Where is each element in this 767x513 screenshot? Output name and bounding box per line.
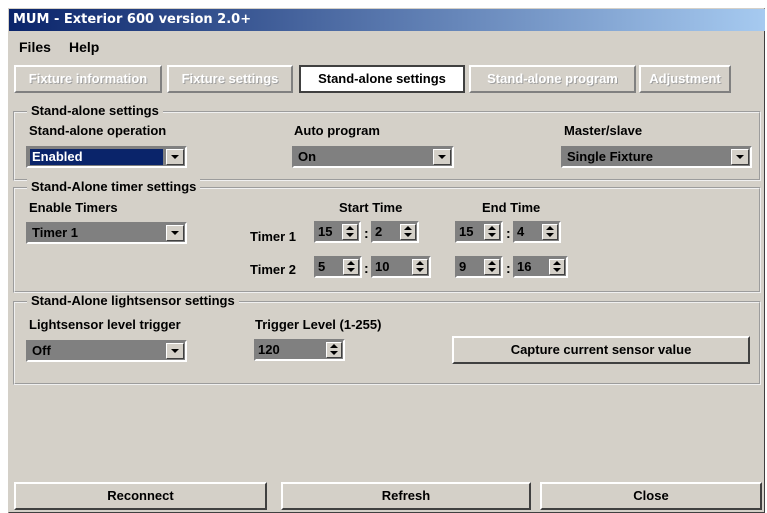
chevron-down-icon[interactable] [166, 343, 184, 359]
start-time-label: Start Time [339, 200, 403, 215]
spin-arrows-icon[interactable] [342, 224, 358, 240]
timer1-start-minute-value: 2 [375, 224, 383, 239]
master-slave-select[interactable]: Single Fixture [561, 146, 752, 168]
spin-arrows-icon[interactable] [326, 342, 342, 358]
spin-arrows-icon[interactable] [343, 259, 359, 275]
trigger-level-value: 120 [258, 342, 280, 357]
lightsensor-trigger-select[interactable]: Off [26, 340, 187, 362]
master-slave-label: Master/slave [564, 123, 643, 138]
lightsensor-settings-title: Stand-Alone lightsensor settings [27, 293, 239, 309]
chevron-down-icon[interactable] [166, 149, 184, 165]
chevron-down-icon[interactable] [166, 225, 184, 241]
lightsensor-trigger-label: Lightsensor level trigger [29, 317, 181, 332]
reconnect-button[interactable]: Reconnect [14, 482, 267, 510]
master-slave-value: Single Fixture [567, 149, 653, 164]
chevron-down-icon[interactable] [433, 149, 451, 165]
timer2-end-minute-value: 16 [517, 259, 532, 274]
auto-program-value: On [298, 149, 317, 164]
enable-timers-select[interactable]: Timer 1 [26, 222, 187, 244]
timer1-end-minute[interactable]: 4 [513, 221, 561, 243]
menu-help[interactable]: Help [69, 39, 99, 55]
refresh-button[interactable]: Refresh [281, 482, 531, 510]
tab-stand-alone-program[interactable]: Stand-alone program [469, 65, 636, 93]
menu-bar: Files Help [9, 39, 765, 59]
timer1-end-colon: : [506, 225, 511, 241]
capture-sensor-button[interactable]: Capture current sensor value [452, 336, 750, 364]
menu-files[interactable]: Files [19, 39, 51, 55]
trigger-level-input[interactable]: 120 [254, 339, 345, 361]
timer2-end-hour[interactable]: 9 [455, 256, 503, 278]
tab-adjustment[interactable]: Adjustment [639, 65, 731, 93]
auto-program-label: Auto program [294, 123, 380, 138]
timer2-start-minute[interactable]: 10 [371, 256, 431, 278]
spin-arrows-icon[interactable] [549, 259, 565, 275]
timer2-end-minute[interactable]: 16 [513, 256, 568, 278]
spin-arrows-icon[interactable] [484, 259, 500, 275]
timer1-start-colon: : [364, 225, 369, 241]
spin-arrows-icon[interactable] [412, 259, 428, 275]
timer2-label: Timer 2 [250, 262, 297, 277]
close-button[interactable]: Close [540, 482, 762, 510]
timer1-end-hour-value: 15 [459, 224, 474, 239]
timer1-start-hour-value: 15 [318, 224, 333, 239]
timer2-start-minute-value: 10 [375, 259, 390, 274]
timer1-start-minute[interactable]: 2 [371, 221, 419, 243]
enable-timers-value: Timer 1 [32, 225, 79, 240]
app-window: MUM - Exterior 600 version 2.0+ Files He… [8, 8, 765, 513]
lightsensor-trigger-value: Off [32, 343, 51, 358]
timer2-end-hour-value: 9 [459, 259, 467, 274]
tab-fixture-information[interactable]: Fixture information [14, 65, 162, 93]
spin-arrows-icon[interactable] [400, 224, 416, 240]
standalone-settings-title: Stand-alone settings [27, 103, 163, 119]
timer1-end-minute-value: 4 [517, 224, 525, 239]
tab-stand-alone-settings[interactable]: Stand-alone settings [299, 65, 465, 93]
trigger-level-label: Trigger Level (1-255) [255, 317, 382, 332]
tab-fixture-settings[interactable]: Fixture settings [167, 65, 293, 93]
enable-timers-label: Enable Timers [29, 200, 118, 215]
timer-settings-title: Stand-Alone timer settings [27, 179, 201, 195]
timer2-end-colon: : [506, 260, 511, 276]
end-time-label: End Time [482, 200, 541, 215]
standalone-operation-label: Stand-alone operation [29, 123, 167, 138]
timer2-start-colon: : [364, 260, 369, 276]
menu-files-label: Files [19, 39, 51, 55]
timer2-start-hour-value: 5 [318, 259, 326, 274]
spin-arrows-icon[interactable] [542, 224, 558, 240]
standalone-operation-value: Enabled [30, 149, 163, 165]
standalone-operation-select[interactable]: Enabled [26, 146, 187, 168]
auto-program-select[interactable]: On [292, 146, 454, 168]
timer2-start-hour[interactable]: 5 [314, 256, 362, 278]
menu-help-label: Help [69, 39, 100, 55]
timer1-start-hour[interactable]: 15 [314, 221, 361, 243]
chevron-down-icon[interactable] [731, 149, 749, 165]
title-bar: MUM - Exterior 600 version 2.0+ [9, 9, 765, 31]
timer1-label: Timer 1 [250, 229, 297, 244]
timer1-end-hour[interactable]: 15 [455, 221, 503, 243]
spin-arrows-icon[interactable] [484, 224, 500, 240]
